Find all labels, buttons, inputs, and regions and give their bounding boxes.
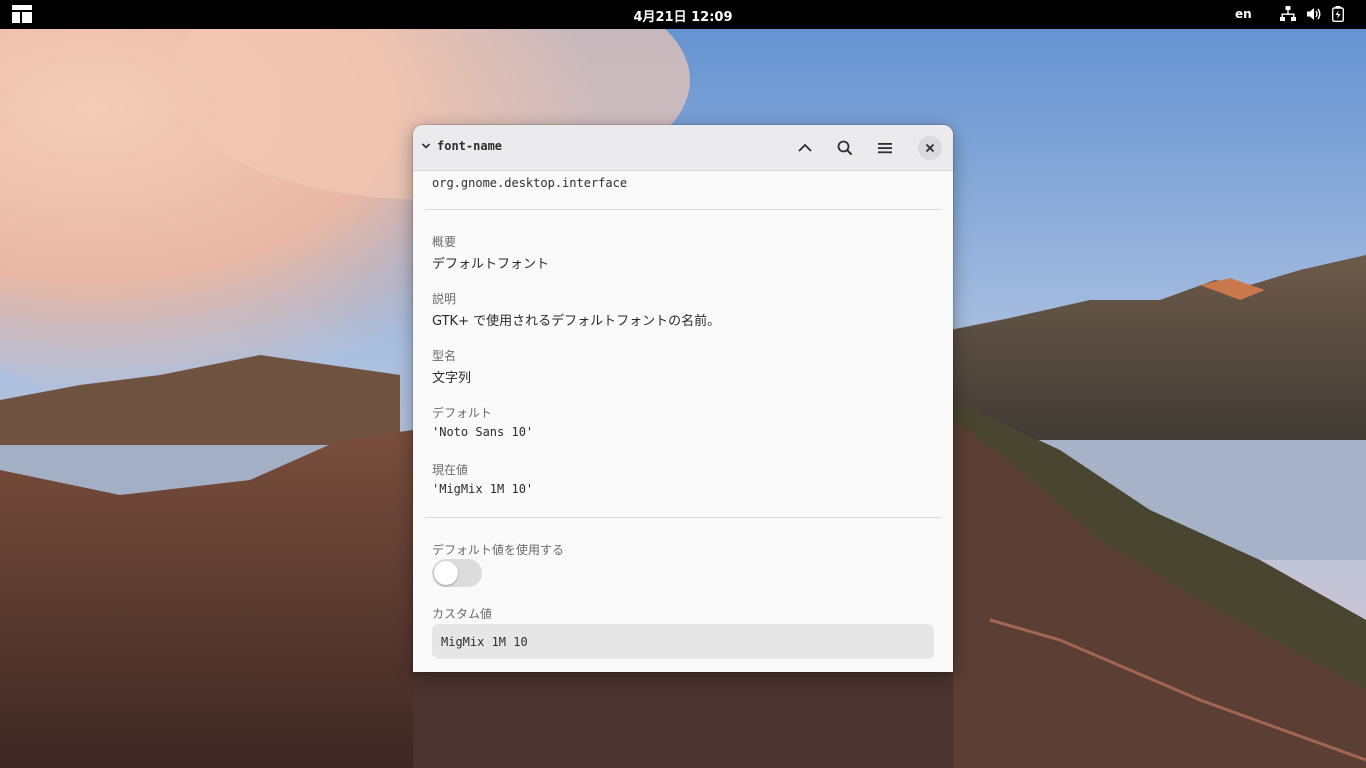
hamburger-menu-icon bbox=[878, 143, 892, 154]
search-button[interactable] bbox=[831, 135, 859, 161]
default-label: デフォルト bbox=[432, 406, 493, 420]
divider bbox=[425, 517, 941, 518]
path-title-button[interactable]: font-name bbox=[421, 139, 502, 153]
window-title: font-name bbox=[437, 139, 503, 153]
current-value: 'MigMix 1M 10' bbox=[432, 482, 534, 496]
summary-value: デフォルトフォント bbox=[432, 257, 550, 272]
header-bar: font-name bbox=[413, 125, 953, 171]
close-icon bbox=[925, 143, 935, 153]
type-label: 型名 bbox=[432, 349, 457, 363]
type-value: 文字列 bbox=[432, 371, 472, 386]
volume-icon bbox=[1307, 8, 1321, 20]
network-icon bbox=[1280, 6, 1296, 21]
default-value: 'Noto Sans 10' bbox=[432, 425, 534, 439]
chevron-up-icon bbox=[798, 143, 812, 152]
battery-icon bbox=[1332, 6, 1344, 22]
search-icon bbox=[837, 140, 853, 156]
clock-label: 4月21日 12:09 bbox=[633, 10, 733, 25]
schema-path: org.gnome.desktop.interface bbox=[432, 176, 628, 190]
top-bar: 4月21日 12:09 en bbox=[0, 0, 1366, 29]
dconf-editor-window: font-name org.gnome.desktop.interface 概要… bbox=[413, 125, 953, 672]
chevron-down-icon bbox=[421, 143, 431, 149]
go-up-button[interactable] bbox=[791, 135, 819, 161]
language-indicator[interactable]: en bbox=[1235, 7, 1252, 21]
main-menu-button[interactable] bbox=[871, 135, 899, 161]
use-default-label: デフォルト値を使用する bbox=[432, 543, 565, 557]
custom-value-input[interactable] bbox=[432, 624, 934, 659]
system-tray[interactable] bbox=[1280, 6, 1344, 22]
divider bbox=[425, 209, 941, 210]
current-value-label: 現在値 bbox=[432, 463, 469, 477]
switch-knob bbox=[434, 561, 458, 585]
description-value: GTK+ で使用されるデフォルトフォントの名前。 bbox=[432, 314, 721, 329]
description-label: 説明 bbox=[432, 292, 457, 306]
close-button[interactable] bbox=[918, 136, 942, 160]
custom-value-label: カスタム値 bbox=[432, 607, 493, 621]
summary-label: 概要 bbox=[432, 235, 457, 249]
clock-button[interactable]: 4月21日 12:09 bbox=[0, 6, 1366, 25]
use-default-switch[interactable] bbox=[432, 559, 482, 587]
